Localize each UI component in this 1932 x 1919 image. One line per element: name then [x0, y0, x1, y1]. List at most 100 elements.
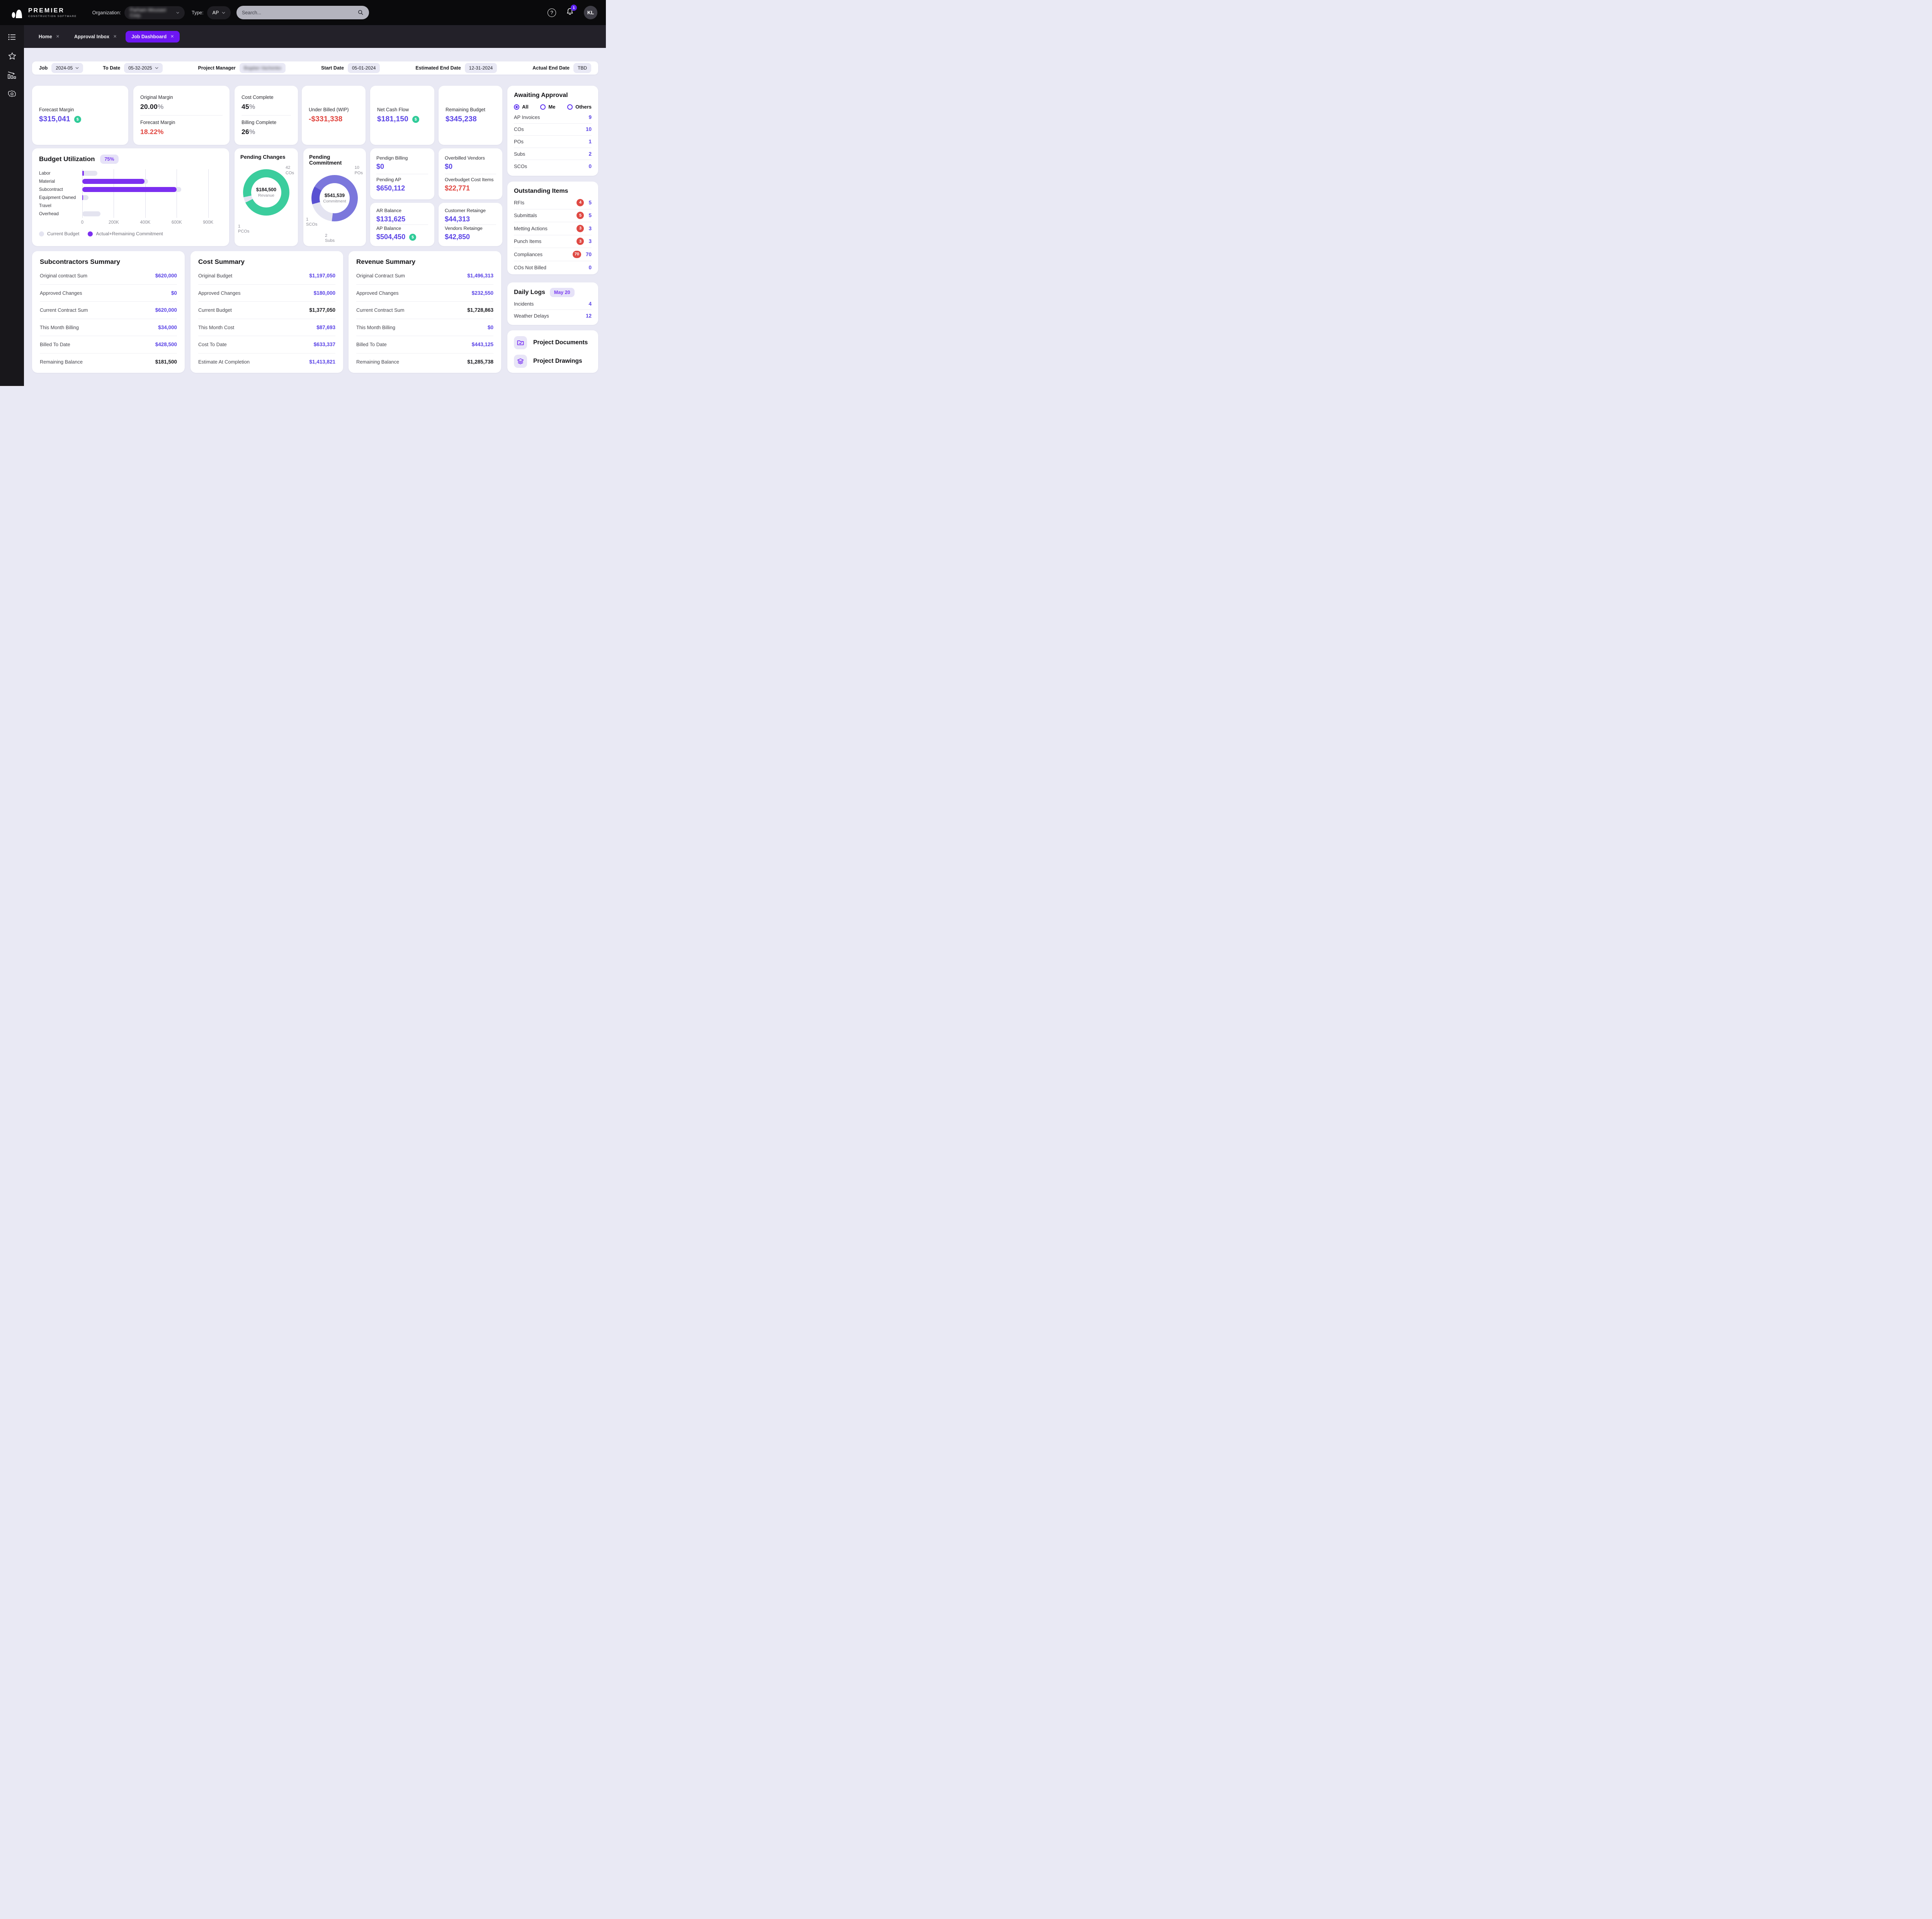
radio-label: Me: [548, 104, 555, 110]
radio-others[interactable]: Others: [567, 104, 592, 110]
forecast-margin-card: Forecast Margin $315,041$: [32, 86, 128, 145]
stat-label: Pendign Billing: [376, 155, 428, 161]
actual-end-date-value: TBD: [578, 65, 587, 71]
approval-row[interactable]: Subs2: [514, 148, 592, 160]
row-value: 5: [588, 212, 592, 218]
outstanding-row[interactable]: RFIs45: [514, 196, 592, 209]
tab-approval-inbox[interactable]: Approval Inbox ✕: [68, 31, 122, 42]
row-value: 5: [588, 200, 592, 206]
radio-all[interactable]: All: [514, 104, 529, 110]
row-value: $1,496,313: [467, 273, 493, 279]
subcontractors-summary-card: Subcontractors Summary Original contract…: [32, 251, 185, 373]
radio-me[interactable]: Me: [540, 104, 555, 110]
row-label: Billed To Date: [40, 342, 70, 347]
tab-label: Home: [39, 34, 52, 39]
approval-row[interactable]: POs1: [514, 136, 592, 148]
start-date-value: 05-01-2024: [352, 65, 376, 71]
project-links-panel: Project Documents Project Drawings: [507, 330, 598, 373]
close-icon[interactable]: ✕: [56, 34, 60, 39]
estimated-end-date-value: 12-31-2024: [469, 65, 493, 71]
avatar[interactable]: KL: [584, 6, 597, 19]
reports-chart-icon[interactable]: [8, 71, 16, 79]
row-value: $1,197,050: [309, 273, 335, 279]
approval-row[interactable]: SCOs0: [514, 160, 592, 172]
help-icon[interactable]: ?: [548, 8, 556, 17]
tab-job-dashboard[interactable]: Job Dashboard ✕: [126, 31, 180, 42]
outstanding-row[interactable]: Punch Items33: [514, 235, 592, 248]
row-label: COs Not Billed: [514, 265, 546, 270]
row-value: $232,550: [472, 290, 493, 296]
pending-changes-card: Pending Changes $184,500 Revanue 42COs 1…: [235, 148, 298, 246]
donut-center-value: $184,500: [256, 187, 276, 192]
summary-row: Current Contract Sum$620,000: [40, 302, 177, 319]
donut-center-label: Revanue: [258, 193, 274, 198]
search-input[interactable]: [242, 10, 358, 15]
row-value: 2: [588, 151, 592, 157]
project-manager-value-pill[interactable]: Bogdan Vachenko: [240, 63, 286, 73]
tab-home[interactable]: Home ✕: [33, 31, 65, 42]
organization-label: Organization:: [92, 10, 121, 15]
actual-end-date-value-pill[interactable]: TBD: [573, 63, 591, 73]
bar-row: [82, 194, 219, 202]
estimated-end-date-value-pill[interactable]: 12-31-2024: [465, 63, 497, 73]
job-select[interactable]: 2024-05: [51, 63, 83, 73]
search-bar[interactable]: [236, 6, 369, 19]
project-manager-value: Bogdan Vachenko: [244, 65, 281, 71]
outstanding-row[interactable]: COs Not Billed0: [514, 261, 592, 274]
close-icon[interactable]: ✕: [113, 34, 117, 39]
row-label: Punch Items: [514, 238, 541, 244]
outstanding-row[interactable]: Compliances7070: [514, 248, 592, 261]
outstanding-row[interactable]: Submittals55: [514, 209, 592, 223]
kpi-label: Original Margin: [140, 95, 223, 100]
stat-value: $42,850: [445, 233, 496, 241]
donut-label-cos: 42COs: [286, 165, 294, 176]
row-label: AP Invoices: [514, 114, 540, 120]
retainage-card: Customer Retainge $44,313 Vendors Retain…: [439, 203, 502, 246]
project-drawings-link[interactable]: Project Drawings: [514, 355, 592, 368]
to-date-value: 05-32-2025: [128, 65, 152, 71]
close-icon[interactable]: ✕: [170, 34, 174, 39]
stat-value: $0: [445, 163, 496, 171]
open-tabs-bar: Home ✕ Approval Inbox ✕ Job Dashboard ✕: [24, 25, 606, 48]
organization-select[interactable]: Parham Mousavi Corp.: [124, 6, 185, 19]
summary-row: Remaining Balance$1,285,738: [356, 354, 493, 371]
summary-title: Cost Summary: [198, 258, 335, 266]
row-value: $181,500: [155, 359, 177, 365]
start-date-label: Start Date: [321, 65, 344, 71]
row-label: COs: [514, 126, 524, 132]
notifications-button[interactable]: 1: [566, 7, 574, 18]
summary-row: Estimate At Completion$1,413,821: [198, 354, 335, 371]
summary-row: This Month Billing$0: [356, 319, 493, 337]
row-value: $0: [488, 325, 493, 330]
type-select[interactable]: AP: [207, 6, 231, 19]
start-date-value-pill[interactable]: 05-01-2024: [348, 63, 380, 73]
project-documents-link[interactable]: Project Documents: [514, 336, 592, 349]
row-label: This Month Cost: [198, 325, 234, 330]
summary-row: This Month Billing$34,000: [40, 319, 177, 337]
percent-suffix: %: [249, 128, 255, 136]
approval-row[interactable]: AP Invoices9: [514, 111, 592, 124]
kpi-label: Forecast Margin: [39, 107, 121, 112]
outstanding-row[interactable]: Metting Actions33: [514, 222, 592, 235]
bar-row: [82, 177, 219, 185]
approval-row[interactable]: COs10: [514, 124, 592, 136]
legend-dot-actual: [88, 231, 93, 236]
settings-gear-icon[interactable]: [8, 90, 16, 98]
link-label: Project Drawings: [533, 358, 582, 365]
remaining-budget-card: Remaining Budget $345,238: [439, 86, 502, 145]
row-value: $1,377,050: [309, 307, 335, 313]
to-date-select[interactable]: 05-32-2025: [124, 63, 162, 73]
outstanding-items-panel: Outstanding Items RFIs45 Submittals55 Me…: [507, 182, 598, 274]
summary-row: Cost To Date$633,337: [198, 336, 335, 354]
kpi-value: 18.22%: [140, 128, 223, 136]
chart-title: Budget Utilization: [39, 155, 95, 163]
daily-log-row[interactable]: Weather Delays12: [514, 310, 592, 322]
percent-suffix: %: [158, 103, 164, 110]
menu-list-icon[interactable]: [8, 33, 16, 41]
daily-log-row[interactable]: Incidents4: [514, 298, 592, 310]
search-icon[interactable]: [358, 10, 364, 15]
row-value: $633,337: [314, 342, 335, 347]
favorites-star-icon[interactable]: [8, 52, 16, 60]
summary-title: Subcontractors Summary: [40, 258, 177, 266]
kpi-value: $345,238: [446, 115, 495, 124]
